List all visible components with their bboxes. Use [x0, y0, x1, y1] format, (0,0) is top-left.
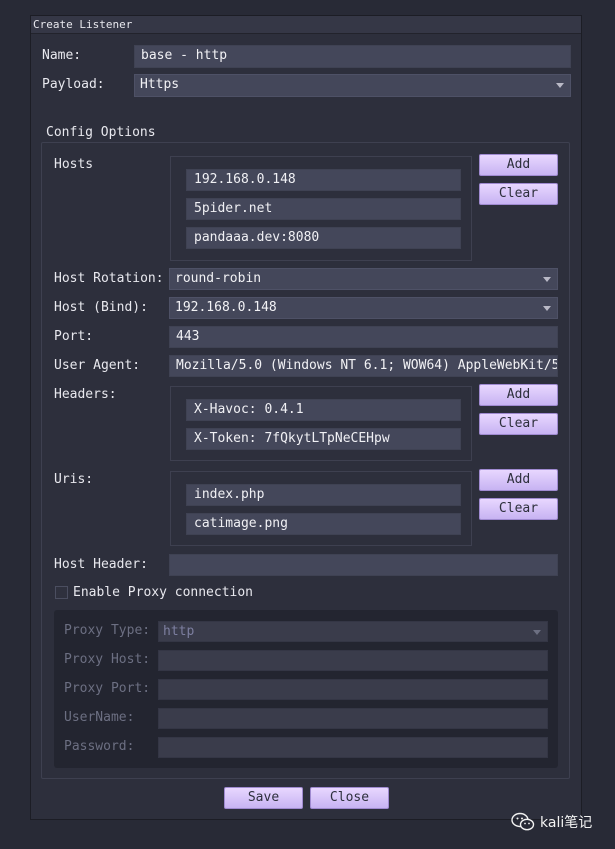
host-bind-value: 192.168.0.148: [175, 300, 277, 315]
dialog-title: Create Listener: [31, 16, 581, 34]
list-item[interactable]: 192.168.0.148: [186, 169, 461, 191]
host-header-label: Host Header:: [54, 557, 148, 572]
hosts-label: Hosts: [54, 157, 94, 172]
proxy-host-input[interactable]: [158, 650, 548, 671]
save-button[interactable]: Save: [224, 787, 303, 809]
port-input[interactable]: 443: [169, 326, 558, 348]
headers-add-button[interactable]: Add: [479, 384, 558, 406]
proxy-password-input[interactable]: [158, 737, 548, 758]
proxy-type-select[interactable]: http: [158, 621, 548, 642]
host-bind-label: Host (Bind):: [54, 300, 148, 315]
uris-label: Uris:: [54, 472, 94, 487]
chevron-down-icon: [543, 277, 551, 282]
hosts-add-button[interactable]: Add: [479, 154, 558, 176]
proxy-port-label: Proxy Port:: [64, 681, 151, 696]
list-item[interactable]: 5pider.net: [186, 198, 461, 220]
list-item[interactable]: index.php: [186, 484, 461, 506]
proxy-type-value: http: [163, 624, 195, 639]
payload-label: Payload:: [42, 77, 105, 92]
host-rotation-label: Host Rotation:: [54, 271, 164, 286]
chevron-down-icon: [543, 306, 551, 311]
hosts-clear-button[interactable]: Clear: [479, 183, 558, 205]
payload-select[interactable]: Https: [134, 74, 571, 97]
watermark-text: kali笔记: [540, 815, 593, 831]
name-input[interactable]: base - http: [134, 45, 571, 68]
chevron-down-icon: [533, 630, 541, 635]
user-agent-input[interactable]: Mozilla/5.0 (Windows NT 6.1; WOW64) Appl…: [169, 355, 558, 377]
payload-select-value: Https: [140, 77, 180, 92]
proxy-password-label: Password:: [64, 739, 135, 754]
proxy-host-label: Proxy Host:: [64, 652, 151, 667]
enable-proxy-label: Enable Proxy connection: [73, 585, 254, 600]
proxy-port-input[interactable]: [158, 679, 548, 700]
list-item[interactable]: X-Token: 7fQkytLTpNeCEHpw: [186, 428, 461, 450]
create-listener-dialog: Create Listener Name: base - http Payloa…: [30, 15, 582, 820]
uris-add-button[interactable]: Add: [479, 469, 558, 491]
host-rotation-value: round-robin: [175, 271, 262, 286]
port-label: Port:: [54, 329, 94, 344]
wechat-icon: [511, 812, 535, 832]
list-item[interactable]: pandaaa.dev:8080: [186, 227, 461, 249]
proxy-username-label: UserName:: [64, 710, 135, 725]
headers-clear-button[interactable]: Clear: [479, 413, 558, 435]
proxy-username-input[interactable]: [158, 708, 548, 729]
user-agent-label: User Agent:: [54, 358, 141, 373]
list-item[interactable]: catimage.png: [186, 513, 461, 535]
name-label: Name:: [42, 48, 82, 63]
enable-proxy-checkbox[interactable]: [55, 586, 68, 599]
headers-label: Headers:: [54, 387, 117, 402]
host-header-input[interactable]: [169, 554, 558, 576]
uris-clear-button[interactable]: Clear: [479, 498, 558, 520]
host-bind-select[interactable]: 192.168.0.148: [169, 297, 558, 319]
proxy-type-label: Proxy Type:: [64, 623, 151, 638]
chevron-down-icon: [556, 83, 564, 88]
list-item[interactable]: X-Havoc: 0.4.1: [186, 399, 461, 421]
host-rotation-select[interactable]: round-robin: [169, 268, 558, 290]
close-button[interactable]: Close: [310, 787, 389, 809]
config-options-title: Config Options: [46, 125, 156, 140]
